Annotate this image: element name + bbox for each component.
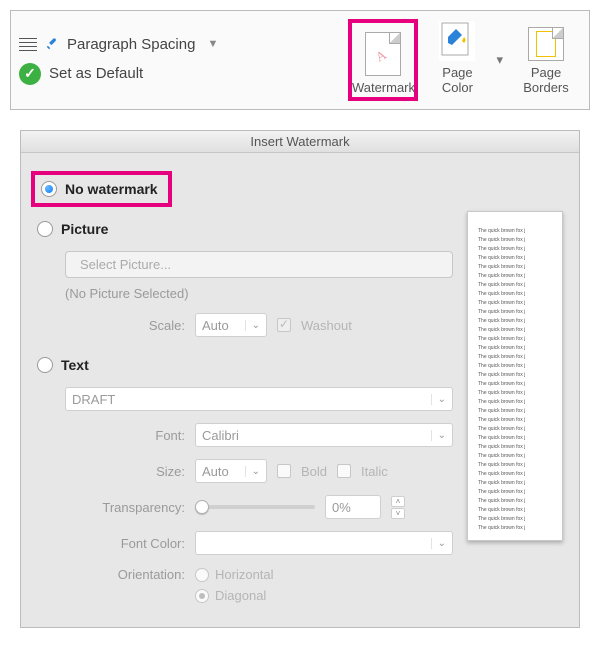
watermark-text-value: DRAFT [72,392,115,407]
washout-checkbox[interactable]: ✓ [277,318,291,332]
ribbon-toolbar: Paragraph Spacing ▼ ✓ Set as Default A W… [10,10,590,110]
font-value: Calibri [202,428,239,443]
orientation-diagonal-radio[interactable]: Diagonal [195,588,274,603]
svg-text:A: A [373,47,389,64]
ribbon-right-group: A Watermark Page Color ▾ Page Borders [348,19,581,101]
diagonal-label: Diagonal [215,588,266,603]
italic-checkbox[interactable] [337,464,351,478]
font-color-select[interactable]: ⌄ [195,531,453,555]
chevron-down-icon: ⌄ [431,394,446,405]
radio-icon [41,181,57,197]
washout-label: Washout [301,318,352,333]
transparency-slider[interactable] [195,505,315,509]
watermark-icon: A [365,32,401,76]
brush-icon [45,37,59,51]
watermark-text-select[interactable]: DRAFT ⌄ [65,387,453,411]
bold-checkbox[interactable] [277,464,291,478]
watermark-preview: The quick brown fox jThe quick brown fox… [467,211,563,541]
text-radio[interactable]: Text [37,357,453,373]
font-color-label: Font Color: [65,536,185,551]
paragraph-spacing-label: Paragraph Spacing [67,36,195,53]
slider-thumb-icon [195,500,209,514]
ribbon-left-group: Paragraph Spacing ▼ ✓ Set as Default [19,36,230,85]
text-label: Text [61,357,89,373]
chevron-down-icon: ▼ [207,38,218,50]
dialog-title: Insert Watermark [21,131,579,153]
paragraph-spacing-icon [19,38,37,51]
font-label: Font: [65,428,185,443]
chevron-down-icon: ⌄ [431,430,446,441]
font-select[interactable]: Calibri ⌄ [195,423,453,447]
italic-label: Italic [361,464,388,479]
picture-radio[interactable]: Picture [37,221,453,237]
insert-watermark-dialog: Insert Watermark No watermark Picture Se… [20,130,580,628]
radio-icon [37,221,53,237]
radio-icon [195,589,209,603]
radio-icon [195,568,209,582]
paragraph-spacing-button[interactable]: Paragraph Spacing ▼ [19,36,218,53]
page-color-more-icon[interactable]: ▾ [492,52,507,68]
page-borders-label: Page Borders [517,65,575,95]
chevron-down-icon: ⌄ [431,538,446,549]
no-watermark-radio[interactable]: No watermark [31,171,172,207]
transparency-stepper[interactable]: ˄ ˅ [391,496,405,519]
chevron-down-icon: ⌄ [245,466,260,477]
page-color-split: Page Color ▾ [422,19,507,101]
scale-label: Scale: [65,318,185,333]
set-default-label: Set as Default [49,65,143,82]
orientation-label: Orientation: [65,567,185,582]
check-circle-icon: ✓ [19,63,41,85]
bold-label: Bold [301,464,327,479]
stepper-up-icon: ˄ [391,496,405,507]
scale-value: Auto [202,318,229,333]
transparency-label: Transparency: [65,500,185,515]
size-label: Size: [65,464,185,479]
select-picture-button[interactable]: Select Picture... [65,251,453,278]
no-watermark-label: No watermark [65,181,158,197]
page-borders-icon [528,27,564,61]
horizontal-label: Horizontal [215,567,274,582]
scale-select[interactable]: Auto ⌄ [195,313,267,337]
radio-icon [37,357,53,373]
transparency-value[interactable]: 0% [325,495,381,519]
page-color-icon [439,21,475,61]
chevron-down-icon: ⌄ [245,320,260,331]
watermark-button[interactable]: A Watermark [348,19,418,101]
watermark-label: Watermark [352,80,415,95]
set-default-button[interactable]: ✓ Set as Default [19,63,218,85]
page-color-label: Page Color [428,65,486,95]
orientation-horizontal-radio[interactable]: Horizontal [195,567,274,582]
picture-label: Picture [61,221,108,237]
size-value: Auto [202,464,229,479]
page-borders-button[interactable]: Page Borders [511,19,581,101]
stepper-down-icon: ˅ [391,508,405,519]
size-select[interactable]: Auto ⌄ [195,459,267,483]
page-color-button[interactable]: Page Color [422,19,492,101]
no-picture-selected-label: (No Picture Selected) [65,286,453,301]
